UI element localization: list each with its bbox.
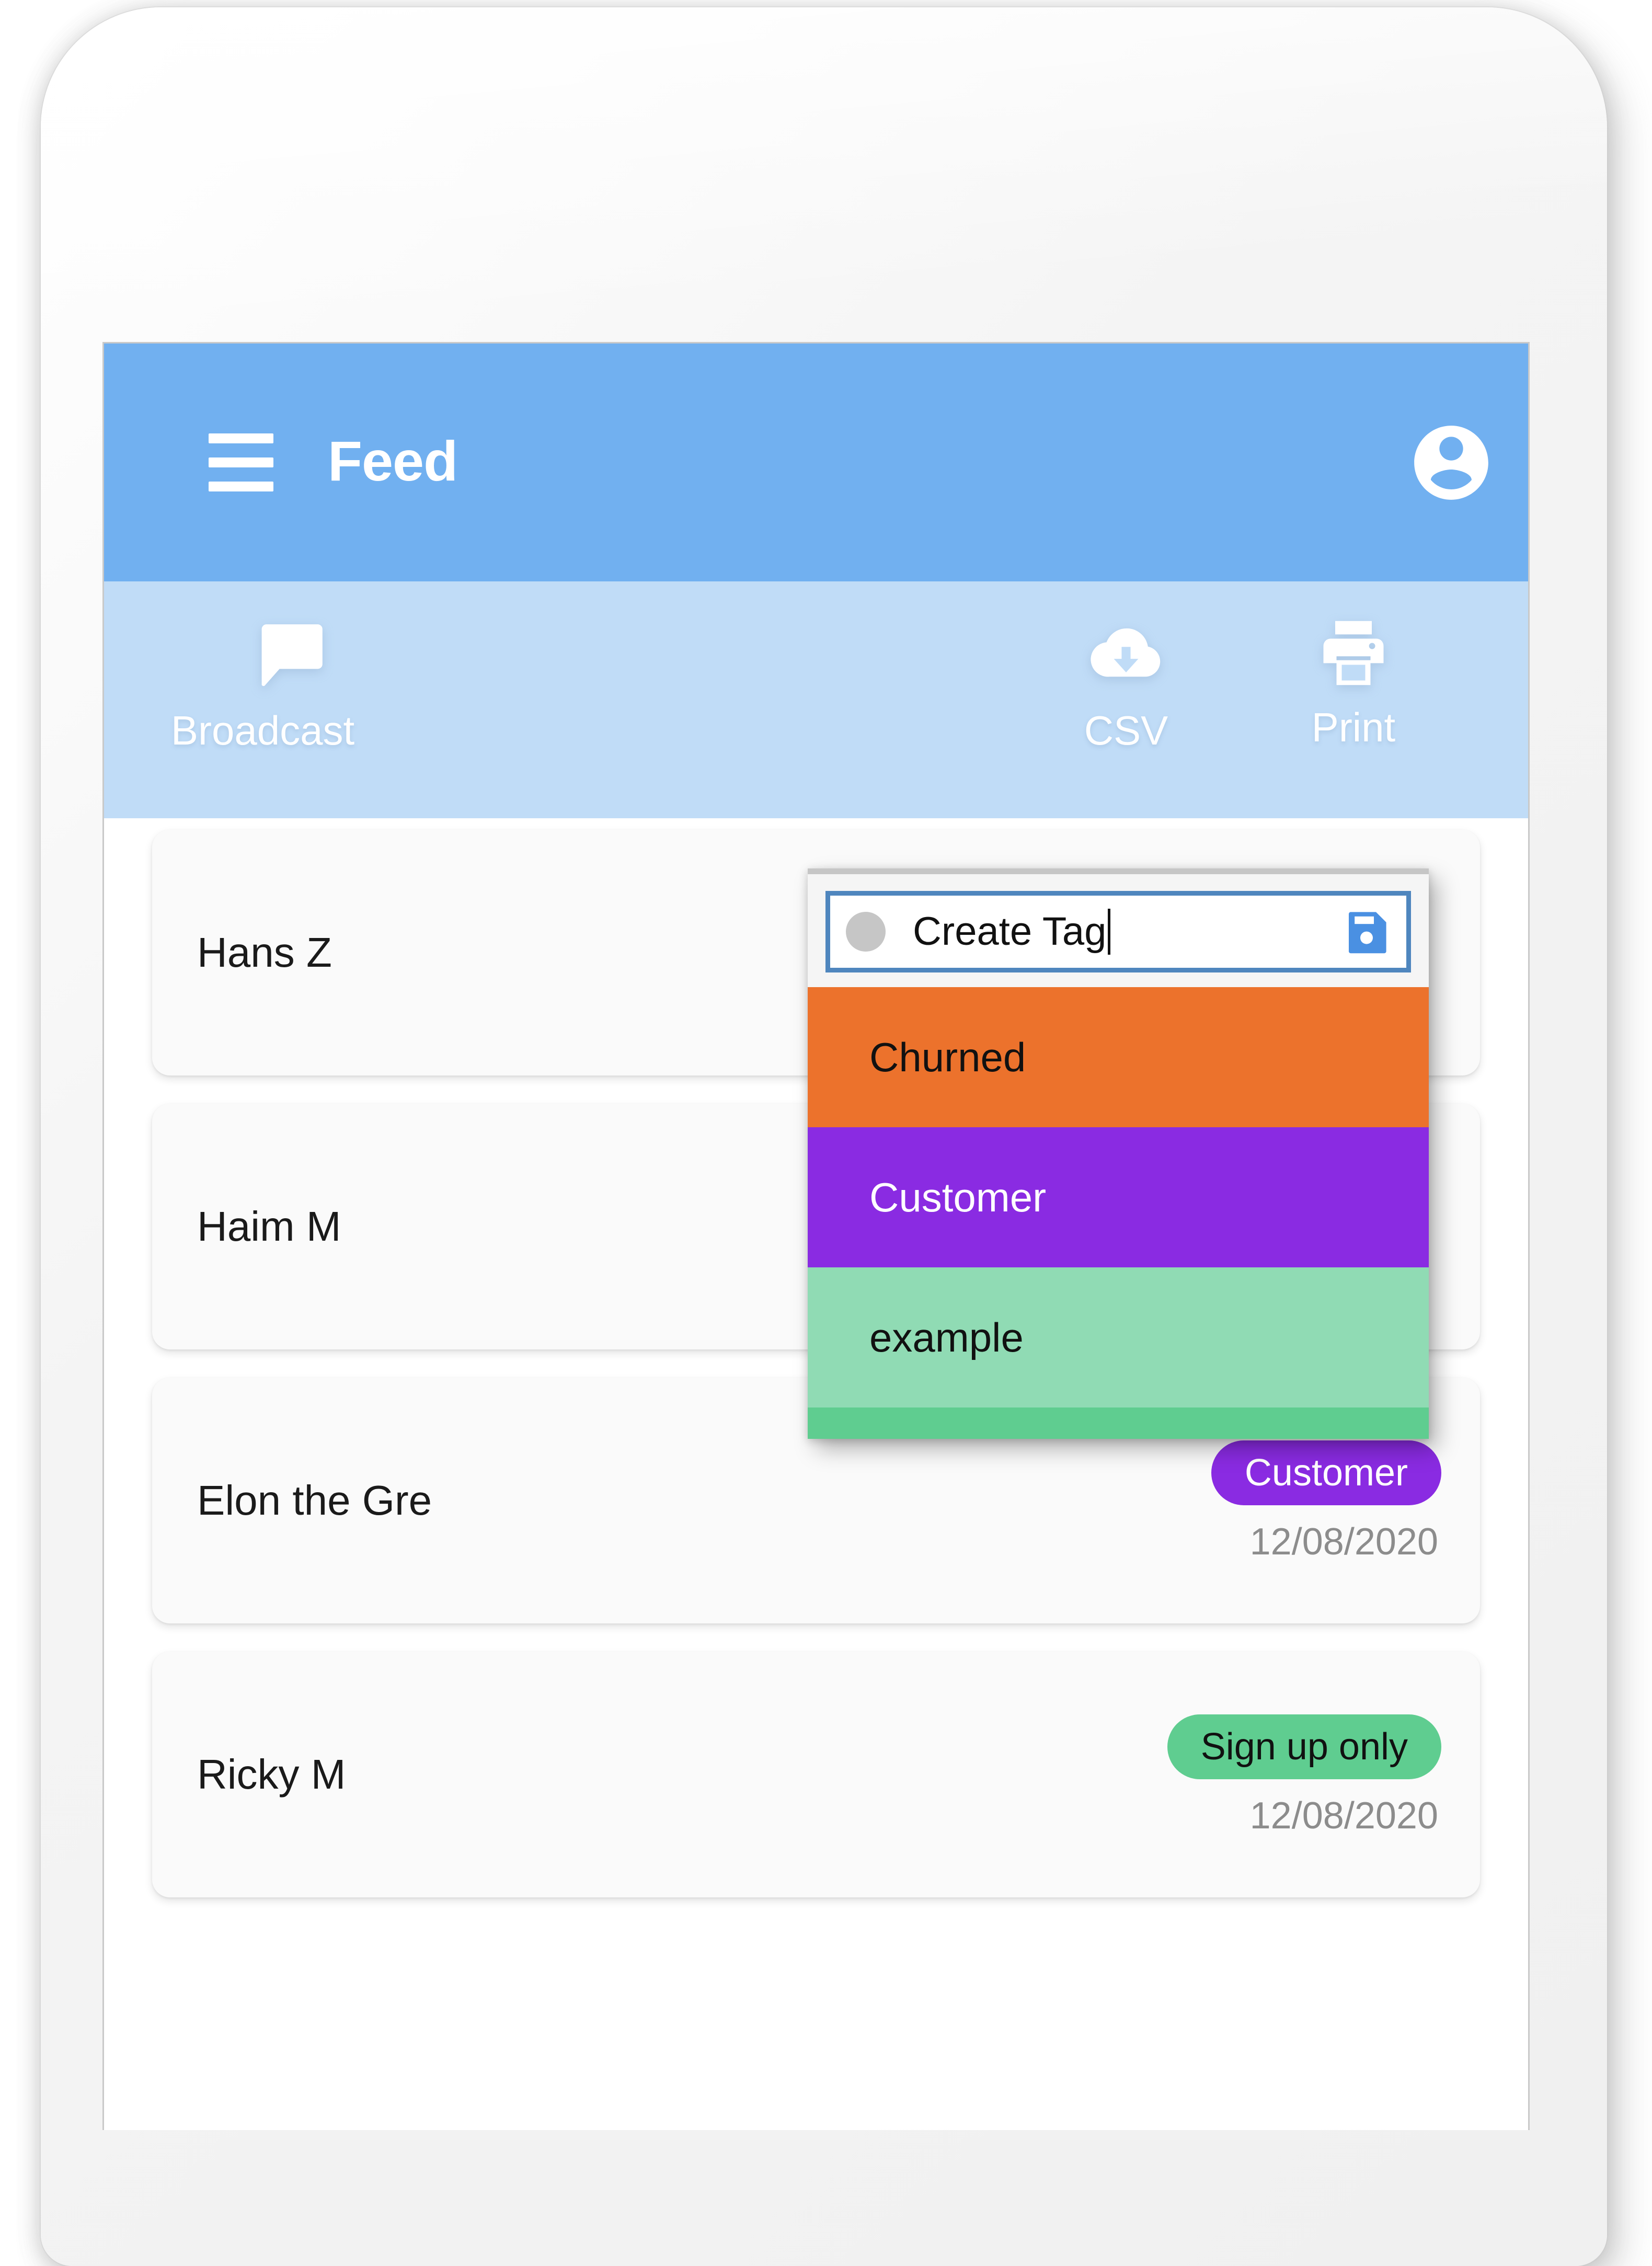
chat-bubble-icon — [254, 617, 330, 695]
feed-item-card[interactable]: Ricky M Sign up only 12/08/2020 — [152, 1652, 1480, 1897]
tag-option-label: Churned — [869, 1034, 1026, 1080]
tag-option-label: example — [869, 1314, 1024, 1360]
page-title: Feed — [328, 429, 458, 493]
tag-option-next[interactable] — [808, 1407, 1429, 1439]
tag-option-example[interactable]: example — [808, 1267, 1429, 1407]
feed-item-name: Hans Z — [197, 929, 332, 976]
hamburger-line — [209, 482, 273, 491]
cloud-download-icon — [1086, 617, 1166, 695]
csv-label: CSV — [1084, 707, 1168, 753]
broadcast-label: Broadcast — [171, 707, 355, 753]
account-circle-icon[interactable] — [1407, 418, 1496, 507]
feed-item-meta: Customer 12/08/2020 — [1211, 1440, 1441, 1561]
tag-option-churned[interactable]: Churned — [808, 987, 1429, 1127]
hamburger-line — [209, 433, 273, 443]
csv-export-button[interactable]: CSV — [1048, 617, 1204, 751]
feed-item-meta: Sign up only 12/08/2020 — [1167, 1714, 1441, 1835]
create-tag-value: Create Tag — [913, 909, 1107, 954]
feed-item-name: Haim M — [197, 1203, 341, 1250]
feed-item-name: Elon the Gre — [197, 1477, 432, 1524]
create-tag-input-row[interactable]: Create Tag — [825, 891, 1411, 972]
feed-item-date: 12/08/2020 — [1249, 1521, 1438, 1563]
status-badge[interactable]: Sign up only — [1167, 1714, 1441, 1779]
app-bar: Feed — [104, 344, 1528, 581]
floppy-save-icon[interactable] — [1340, 906, 1393, 958]
print-label: Print — [1311, 704, 1396, 750]
feed-item-date: 12/08/2020 — [1249, 1795, 1438, 1837]
tag-color-swatch-icon[interactable] — [846, 912, 886, 952]
create-tag-input[interactable]: Create Tag — [913, 909, 1111, 955]
feed-item-name: Ricky M — [197, 1751, 346, 1798]
printer-icon — [1314, 614, 1393, 692]
tag-option-customer[interactable]: Customer — [808, 1127, 1429, 1267]
print-button[interactable]: Print — [1275, 614, 1432, 748]
tag-picker-popup: Create Tag Churned Customer example — [808, 868, 1429, 1439]
status-badge[interactable]: Customer — [1211, 1440, 1441, 1505]
hamburger-menu-icon[interactable] — [209, 433, 287, 491]
text-caret — [1108, 909, 1111, 955]
phone-screen: Feed Broadcast CSV Print Hans Z Haim M E… — [102, 342, 1530, 2130]
broadcast-button[interactable]: Broadcast — [171, 617, 402, 751]
hamburger-line — [209, 457, 273, 467]
action-toolbar: Broadcast CSV Print — [104, 581, 1528, 818]
tag-option-label: Customer — [869, 1174, 1047, 1220]
